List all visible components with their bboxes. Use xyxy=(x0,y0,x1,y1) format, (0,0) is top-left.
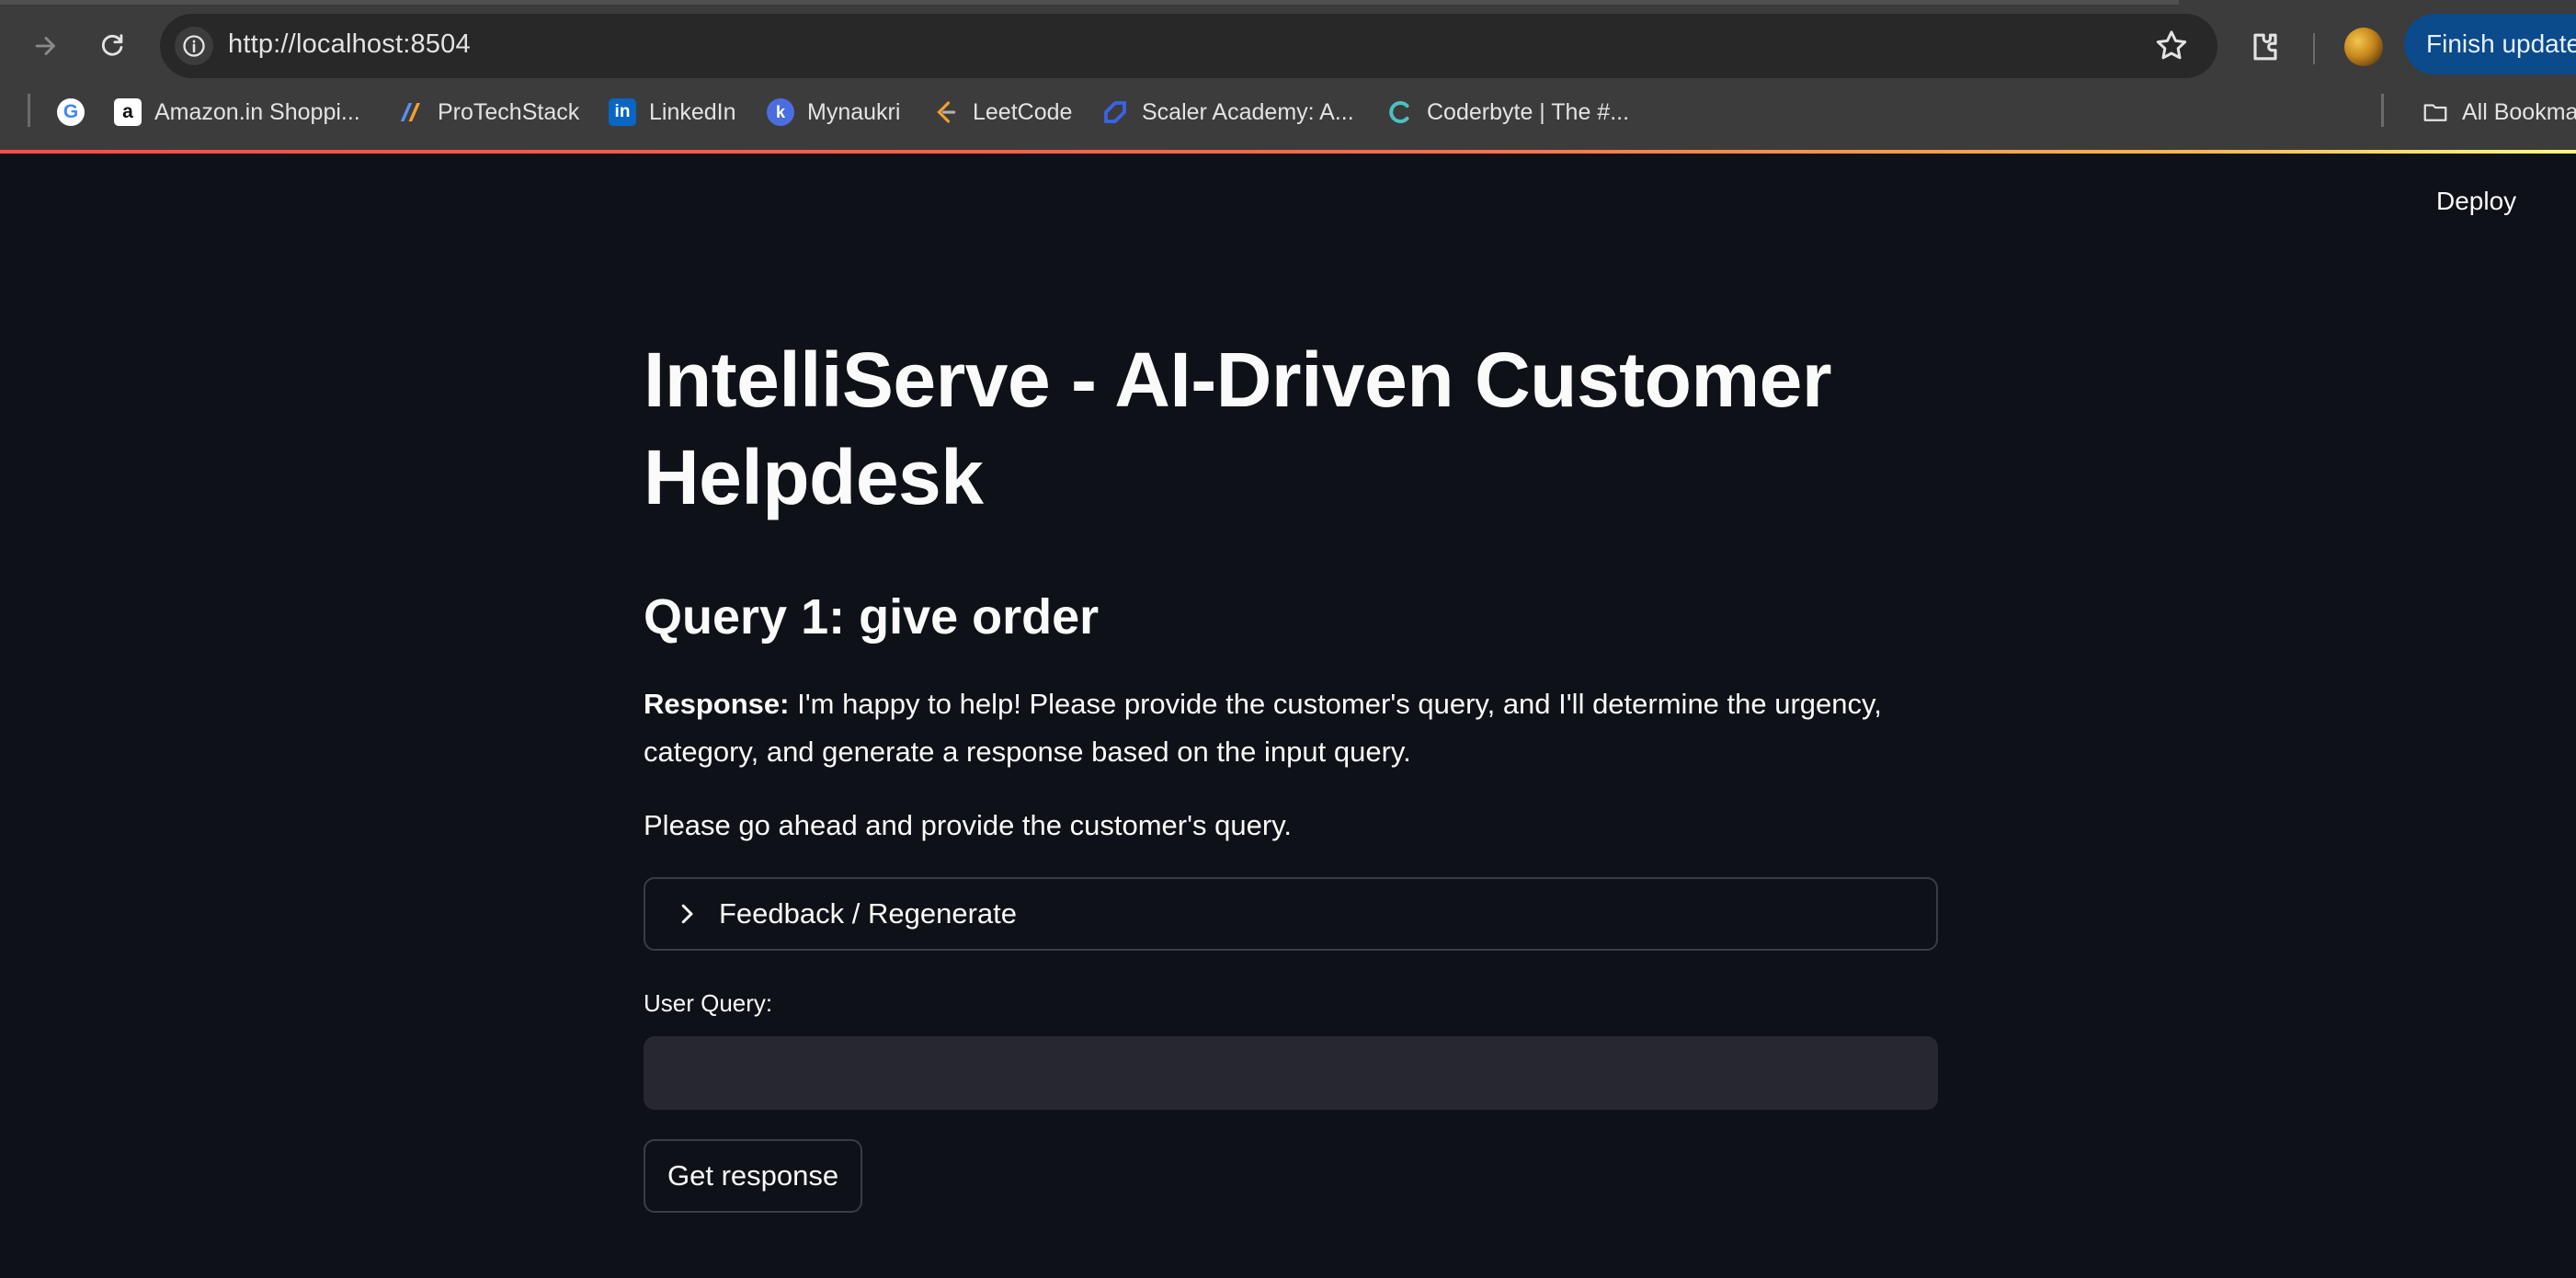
browser-chrome: http://localhost:8504 Finish update G a … xyxy=(0,0,2576,154)
linkedin-icon: in xyxy=(609,98,636,126)
expander-label: Feedback / Regenerate xyxy=(719,897,1017,930)
all-bookmarks-label: All Bookmarks xyxy=(2462,98,2576,125)
scaler-icon xyxy=(1101,98,1129,126)
address-bar[interactable]: http://localhost:8504 xyxy=(160,14,2217,78)
forward-arrow-icon xyxy=(35,37,55,55)
bookmark-amazon[interactable]: a Amazon.in Shoppi... xyxy=(114,94,360,131)
extensions-icon[interactable] xyxy=(2245,27,2285,67)
bookmark-leetcode[interactable]: LeetCode xyxy=(932,94,1072,131)
bookmark-google[interactable]: G xyxy=(57,94,97,131)
toolbar-divider xyxy=(2313,33,2315,64)
bookmark-coderbyte[interactable]: Coderbyte | The #... xyxy=(1386,94,1629,131)
protechstack-icon xyxy=(397,98,425,126)
mynaukri-icon: k xyxy=(767,98,794,126)
reload-icon xyxy=(101,34,123,56)
chevron-right-icon xyxy=(681,904,693,924)
get-response-button[interactable]: Get response xyxy=(644,1139,863,1213)
bookmark-label: Amazon.in Shoppi... xyxy=(154,98,360,125)
deploy-button[interactable]: Deploy xyxy=(2436,187,2516,216)
query-heading: Query 1: give order xyxy=(644,589,1100,645)
url-text[interactable]: http://localhost:8504 xyxy=(228,29,471,60)
response-body: I'm happy to help! Please provide the cu… xyxy=(644,688,1882,768)
folder-icon xyxy=(2422,98,2449,126)
amazon-icon: a xyxy=(114,98,142,126)
reload-button[interactable] xyxy=(90,24,134,68)
bookmarks-bar: G a Amazon.in Shoppi... ProTechStack in … xyxy=(0,88,2576,136)
forward-button[interactable] xyxy=(24,24,68,68)
bookmark-label: Scaler Academy: A... xyxy=(1142,98,1354,125)
user-query-input[interactable] xyxy=(644,1036,1938,1110)
bookmark-label: LeetCode xyxy=(973,98,1073,125)
bookmark-star-icon[interactable] xyxy=(2153,28,2190,64)
bookmark-label: ProTechStack xyxy=(438,98,580,125)
all-bookmarks[interactable]: All Bookmarks xyxy=(2422,94,2576,131)
tab-strip-edge xyxy=(0,0,2179,5)
app-header-decoration xyxy=(0,150,2576,154)
bookmarks-divider xyxy=(2381,94,2384,127)
response-label: Response: xyxy=(644,688,790,720)
leetcode-icon xyxy=(932,98,960,126)
response-followup: Please go ahead and provide the customer… xyxy=(644,809,1293,841)
google-icon: G xyxy=(57,98,85,126)
site-info-button[interactable] xyxy=(175,27,213,65)
info-icon xyxy=(183,35,205,57)
profile-avatar[interactable] xyxy=(2344,28,2383,66)
bookmark-scaler[interactable]: Scaler Academy: A... xyxy=(1101,94,1354,131)
coderbyte-icon xyxy=(1386,98,1414,126)
bookmark-protechstack[interactable]: ProTechStack xyxy=(397,94,579,131)
bookmark-label: Coderbyte | The #... xyxy=(1427,98,1630,125)
response-text: Response: I'm happy to help! Please prov… xyxy=(644,680,1938,776)
bookmark-linkedin[interactable]: in LinkedIn xyxy=(609,94,736,131)
bookmarks-divider xyxy=(28,94,30,127)
browser-toolbar: http://localhost:8504 Finish update xyxy=(0,7,2576,83)
feedback-expander[interactable]: Feedback / Regenerate xyxy=(644,877,1938,951)
bookmark-mynaukri[interactable]: k Mynaukri xyxy=(767,94,900,131)
finish-update-button[interactable]: Finish update xyxy=(2404,14,2576,74)
main-content: IntelliServe - AI-Driven Customer Helpde… xyxy=(644,331,1938,1213)
bookmark-label: Mynaukri xyxy=(807,98,901,125)
page-title: IntelliServe - AI-Driven Customer Helpde… xyxy=(644,337,1832,520)
bookmark-label: LinkedIn xyxy=(649,98,736,125)
user-query-label: User Query: xyxy=(644,989,773,1017)
